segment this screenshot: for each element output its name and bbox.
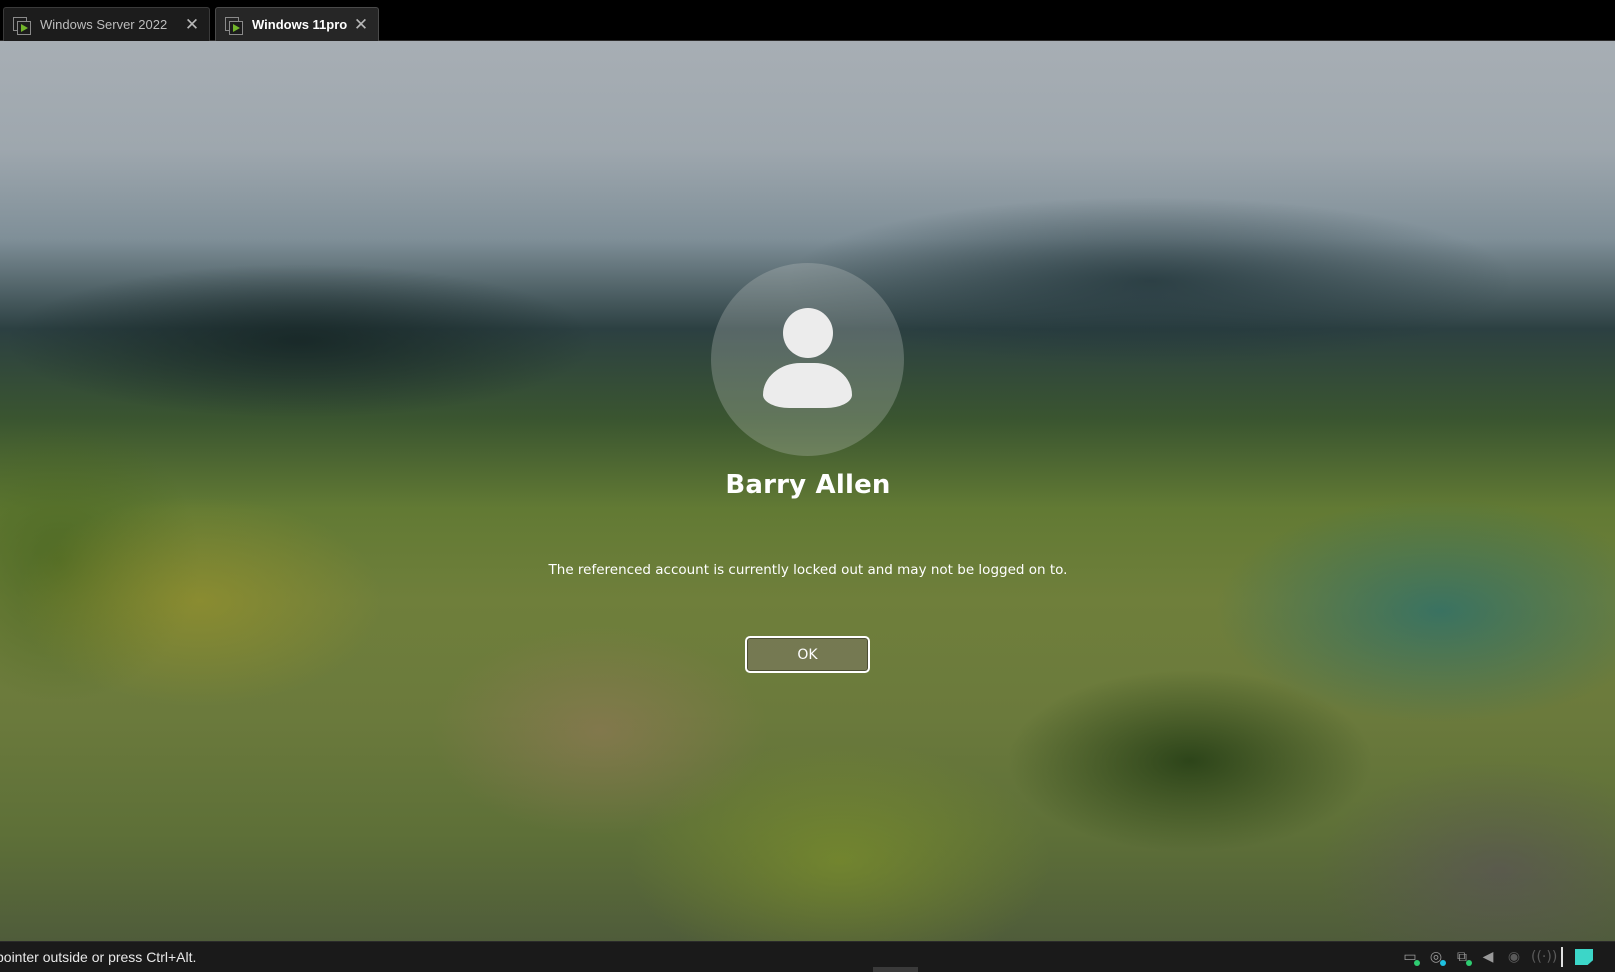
avatar: [711, 263, 904, 456]
tab-windows-server-2022[interactable]: Windows Server 2022 ✕: [3, 7, 210, 41]
vm-tab-strip: Windows Server 2022 ✕ Windows 11pro ✕: [0, 0, 1615, 41]
network-icon[interactable]: ⧉: [1453, 948, 1472, 966]
wireless-icon[interactable]: ((·)): [1531, 948, 1557, 966]
cd-icon[interactable]: ◉: [1505, 948, 1523, 966]
optical-drive-icon[interactable]: ◎: [1427, 948, 1446, 966]
note-icon[interactable]: [1575, 949, 1593, 965]
bottom-handle: [873, 967, 918, 972]
tab-windows-11pro[interactable]: Windows 11pro ✕: [215, 7, 379, 41]
status-text: pointer outside or press Ctrl+Alt.: [0, 949, 197, 965]
lock-screen: Barry Allen The referenced account is cu…: [0, 41, 1615, 941]
lockout-message: The referenced account is currently lock…: [548, 562, 1068, 578]
avatar-body: [763, 363, 852, 408]
tray: ▭ ◎ ⧉ ◀ ◉ ((·)): [1401, 946, 1593, 968]
close-icon[interactable]: ✕: [183, 16, 201, 34]
tray-separator: [1561, 947, 1563, 967]
user-name: Barry Allen: [725, 470, 891, 500]
audio-icon[interactable]: ◀: [1479, 948, 1497, 966]
hard-disk-icon[interactable]: ▭: [1401, 948, 1420, 966]
close-icon[interactable]: ✕: [352, 16, 370, 34]
vm-icon: [12, 15, 32, 35]
ok-button[interactable]: OK: [745, 636, 870, 673]
status-bar: pointer outside or press Ctrl+Alt. ▭ ◎ ⧉…: [0, 941, 1615, 972]
tab-label: Windows Server 2022: [40, 17, 168, 32]
avatar-head: [783, 308, 833, 358]
vm-icon: [224, 15, 244, 35]
tab-label: Windows 11pro: [252, 17, 348, 32]
